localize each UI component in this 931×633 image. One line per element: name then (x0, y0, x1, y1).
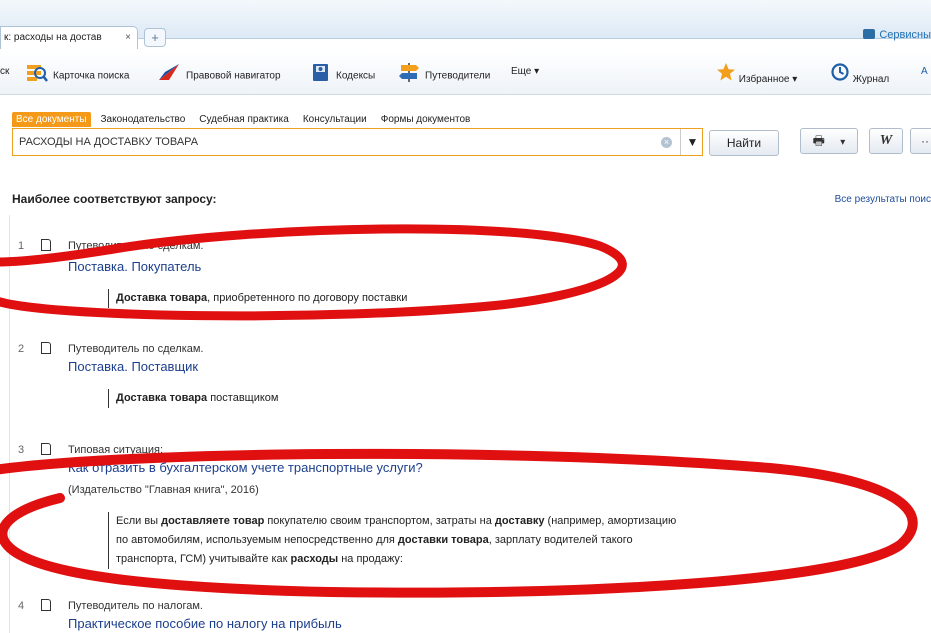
print-button[interactable]: 🖶 ▾ (800, 128, 858, 154)
result-number: 1 (18, 240, 25, 252)
journal-label: Журнал (852, 74, 890, 85)
result-source: (Издательство "Главная книга", 2016) (68, 484, 259, 496)
search-card-icon (26, 62, 48, 90)
tab-strip: к: расходы на достав × + Сервисны (0, 0, 931, 49)
document-icon (41, 239, 51, 251)
search-input[interactable]: РАСХОДЫ НА ДОСТАВКУ ТОВАРА × (12, 128, 703, 156)
chevron-down-icon: ▾ (840, 137, 846, 148)
main-toolbar: ск Карточка поиска Правовой навигатор Ко… (0, 50, 931, 95)
result-link[interactable]: Практическое пособие по налогу на прибыл… (68, 616, 342, 631)
toolbar-extra[interactable]: А (921, 62, 928, 82)
codes-label: Кодексы (336, 70, 376, 82)
journal-button[interactable]: Журнал (830, 62, 889, 90)
new-tab-button[interactable]: + (144, 28, 166, 47)
favorites-menu[interactable]: Избранное ▾ (716, 62, 797, 90)
result-link[interactable]: Поставка. Поставщик (68, 359, 198, 374)
clear-search-icon[interactable]: × (661, 137, 672, 148)
document-icon (41, 599, 51, 611)
signpost-icon (398, 62, 420, 90)
result-category: Типовая ситуация: (68, 444, 164, 456)
toolbar-extra-label: А (921, 66, 928, 77)
search-history-dropdown[interactable]: ▼ (680, 129, 704, 155)
result-link[interactable]: Поставка. Покупатель (68, 259, 201, 274)
tab-label: к: расходы на достав (4, 32, 102, 43)
star-icon (716, 63, 739, 85)
close-tab-icon[interactable]: × (125, 27, 131, 49)
services-icon (863, 29, 876, 39)
services-label: Сервисны (879, 29, 931, 41)
export-word-button[interactable]: W (869, 128, 903, 154)
result-number: 2 (18, 343, 25, 355)
guides-label: Путеводители (425, 70, 491, 82)
guides-button[interactable]: Путеводители (398, 62, 490, 90)
result-snippet: Если вы доставляете товар покупателю сво… (108, 512, 676, 569)
toolbar-search-label: ск (0, 66, 10, 77)
history-clock-icon (830, 63, 853, 85)
printer-icon: 🖶 (812, 134, 825, 149)
all-results-link[interactable]: Все результаты поис (835, 194, 931, 205)
search-card-button[interactable]: Карточка поиска (26, 62, 129, 90)
result-link[interactable]: Как отразить в бухгалтерском учете транс… (68, 460, 423, 475)
result-category: Путеводитель по налогам. (68, 600, 203, 612)
find-button[interactable]: Найти (709, 130, 779, 156)
search-query-text: РАСХОДЫ НА ДОСТАВКУ ТОВАРА (19, 136, 199, 148)
results-heading: Наиболее соответствуют запросу: (12, 192, 217, 206)
toolbar-search[interactable]: ск (0, 62, 9, 82)
more-actions-button[interactable]: ·· (910, 128, 931, 154)
result-snippet: Доставка товара поставщиком (108, 389, 278, 408)
result-number: 4 (18, 600, 25, 612)
document-icon (41, 342, 51, 354)
search-card-label: Карточка поиска (53, 70, 130, 82)
result-number: 3 (18, 444, 25, 456)
codes-button[interactable]: Кодексы (311, 62, 375, 90)
more-menu[interactable]: Еще ▾ (511, 62, 539, 82)
filter-tab-consultations[interactable]: Консультации (299, 112, 371, 127)
filter-tab-all[interactable]: Все документы (12, 112, 91, 127)
filter-tab-court-practice[interactable]: Судебная практика (195, 112, 293, 127)
filter-tab-forms[interactable]: Формы документов (377, 112, 475, 127)
tab-search-results[interactable]: к: расходы на достав × (0, 26, 138, 49)
more-label: Еще ▾ (511, 66, 540, 77)
results-divider (9, 215, 10, 633)
result-snippet: Доставка товара, приобретенного по догов… (108, 289, 407, 308)
legal-navigator-button[interactable]: Правовой навигатор (157, 62, 281, 90)
document-icon (41, 443, 51, 455)
legal-navigator-icon (157, 62, 181, 90)
codes-book-icon (311, 62, 331, 90)
legal-navigator-label: Правовой навигатор (186, 70, 281, 82)
result-category: Путеводитель по сделкам. (68, 240, 204, 252)
filter-tab-legislation[interactable]: Законодательство (97, 112, 190, 127)
services-menu[interactable]: Сервисны (863, 29, 931, 41)
filter-tabs: Все документы Законодательство Судебная пр… (12, 112, 480, 127)
favorites-label: Избранное ▾ (738, 74, 798, 85)
result-category: Путеводитель по сделкам. (68, 343, 204, 355)
